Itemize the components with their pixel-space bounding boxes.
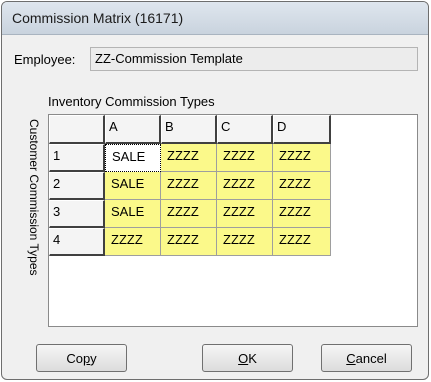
row-header-4[interactable]: 4 <box>49 228 105 256</box>
cancel-button[interactable]: Cancel <box>321 344 412 372</box>
copy-button[interactable]: Copy <box>36 344 127 372</box>
matrix-cell-3-c[interactable]: ZZZZ <box>217 200 273 228</box>
row-header-3[interactable]: 3 <box>49 200 105 228</box>
grid-corner-header <box>49 115 105 144</box>
ok-button-mnemonic: O <box>238 351 249 366</box>
matrix-cell-3-b[interactable]: ZZZZ <box>161 200 217 228</box>
customer-commission-types-label: Customer Commission Types <box>27 119 41 276</box>
cancel-button-label-post: ancel <box>355 351 387 366</box>
matrix-cell-1-d[interactable]: ZZZZ <box>273 144 331 172</box>
row-header-1[interactable]: 1 <box>49 144 105 172</box>
matrix-cell-4-d[interactable]: ZZZZ <box>273 228 331 256</box>
matrix-cell-3-a[interactable]: SALE <box>105 200 161 228</box>
row-header-2[interactable]: 2 <box>49 172 105 200</box>
commission-matrix-dialog: Commission Matrix (16171) Employee: ZZ-C… <box>1 1 429 380</box>
copy-button-label-post: y <box>90 351 97 366</box>
inventory-commission-types-label: Inventory Commission Types <box>48 94 215 109</box>
matrix-cell-2-a[interactable]: SALE <box>105 172 161 200</box>
matrix-cell-2-b[interactable]: ZZZZ <box>161 172 217 200</box>
matrix-cell-1-c[interactable]: ZZZZ <box>217 144 273 172</box>
matrix-cell-4-b[interactable]: ZZZZ <box>161 228 217 256</box>
column-header-d[interactable]: D <box>273 115 331 144</box>
matrix-cell-3-d[interactable]: ZZZZ <box>273 200 331 228</box>
title-bar[interactable]: Commission Matrix (16171) <box>2 2 428 35</box>
matrix-cell-1-a[interactable]: SALE <box>105 144 161 172</box>
column-header-c[interactable]: C <box>217 115 273 144</box>
matrix-cell-1-b[interactable]: ZZZZ <box>161 144 217 172</box>
matrix-cell-2-c[interactable]: ZZZZ <box>217 172 273 200</box>
column-header-a[interactable]: A <box>105 115 161 144</box>
copy-button-label-pre: Co <box>66 351 83 366</box>
employee-label: Employee: <box>14 52 76 67</box>
ok-button-label-post: K <box>248 351 257 366</box>
employee-field: ZZ-Commission Template <box>90 47 418 71</box>
commission-matrix-grid: A B C D 1 SALE ZZZZ ZZZZ ZZZZ 2 SALE ZZZ… <box>48 114 418 327</box>
column-header-b[interactable]: B <box>161 115 217 144</box>
matrix-cell-4-a[interactable]: ZZZZ <box>105 228 161 256</box>
window-title: Commission Matrix (16171) <box>12 10 184 26</box>
ok-button[interactable]: OK <box>202 344 293 372</box>
cancel-button-mnemonic: C <box>346 351 356 366</box>
matrix-cell-2-d[interactable]: ZZZZ <box>273 172 331 200</box>
matrix-cell-4-c[interactable]: ZZZZ <box>217 228 273 256</box>
